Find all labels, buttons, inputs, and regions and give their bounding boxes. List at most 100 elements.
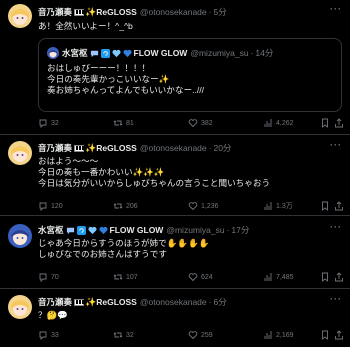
user-handle[interactable]: @mizumiya_su xyxy=(166,225,224,235)
reply-count: 120 xyxy=(51,202,63,210)
like-icon xyxy=(188,273,198,282)
avatar-kanade[interactable] xyxy=(8,295,32,319)
share-button[interactable] xyxy=(334,201,344,211)
reply-button[interactable]: 32 xyxy=(38,118,59,128)
tweet-text-line: おはよう～～～ xyxy=(38,156,99,166)
retweet-button[interactable]: 107 xyxy=(113,272,138,282)
retweet-button[interactable]: 206 xyxy=(113,201,138,211)
share-icon xyxy=(335,201,343,211)
tweet-1[interactable]: 音乃瀬奏 ✨ ReGLOSS @otonosekanade · 5分 ··· あ！全… xyxy=(0,0,350,135)
retweet-icon xyxy=(113,274,123,280)
like-button[interactable]: 624 xyxy=(188,272,213,282)
more-options-icon[interactable]: ··· xyxy=(330,294,342,304)
share-icon xyxy=(335,272,343,282)
tweet-3[interactable]: 水宮枢 FLOW GLOW @mizumiya_su · 17分 ··· じゃあ… xyxy=(0,216,350,288)
avatar-kanade[interactable] xyxy=(8,141,32,165)
separator-dot: · xyxy=(226,225,230,235)
views-icon xyxy=(264,202,272,210)
quote-text-line: おはしゅびーーー！！！！ xyxy=(47,63,151,73)
views-button[interactable]: 1.3万 xyxy=(263,201,293,211)
action-bar: 120 206 1,236 1.3万 xyxy=(38,200,344,212)
retweet-icon xyxy=(113,203,123,209)
sparkle-icon: ✨ xyxy=(85,142,97,153)
quote-text-line: 奏お姉ちゃんってよんでもいいかなー../// xyxy=(47,85,205,95)
reply-icon xyxy=(39,202,47,211)
bookmark-icon xyxy=(322,330,328,340)
avatar-kanade[interactable] xyxy=(8,4,32,28)
user-handle[interactable]: @otonosekanade xyxy=(140,143,207,153)
views-count: 7,485 xyxy=(276,273,294,281)
tweet-header: 水宮枢 FLOW GLOW @mizumiya_su · 17分 xyxy=(38,224,249,236)
display-name[interactable]: 音乃瀬奏 ✨ ReGLOSS xyxy=(38,296,137,308)
like-button[interactable]: 1,236 xyxy=(188,201,219,211)
views-count: 2,169 xyxy=(276,331,294,339)
like-button[interactable]: 259 xyxy=(188,330,213,340)
like-icon xyxy=(188,202,198,211)
tweet-text-line: 今日は気分がいいからしゅびちゃんの言うこと聞いちゃおう xyxy=(38,178,271,188)
piano-icon xyxy=(74,298,85,306)
bookmark-button[interactable] xyxy=(320,118,330,128)
bookmark-button[interactable] xyxy=(320,330,330,340)
tweet-4[interactable]: 音乃瀬奏 ✨ ReGLOSS @otonosekanade · 6分 ··· ？🤔💬… xyxy=(0,289,350,347)
timestamp[interactable]: 6分 xyxy=(213,296,226,308)
tweet-text-line: しゅびなでのお姉さんはすうです xyxy=(38,249,167,259)
heart-icon-2 xyxy=(122,49,132,57)
more-options-icon[interactable]: ··· xyxy=(330,4,342,14)
tweet-header: 音乃瀬奏 ✨ ReGLOSS @otonosekanade · 5分 xyxy=(38,6,227,18)
like-count: 624 xyxy=(201,273,213,281)
separator-dot: · xyxy=(208,297,212,307)
views-button[interactable]: 2,169 xyxy=(263,330,294,340)
like-icon xyxy=(188,331,198,340)
avatar-sui[interactable] xyxy=(8,224,32,248)
piano-icon xyxy=(74,144,85,152)
tweet-2[interactable]: 音乃瀬奏 ✨ ReGLOSS @otonosekanade · 20分 ··· おは… xyxy=(0,135,350,215)
bookmark-icon xyxy=(322,118,328,128)
more-options-icon[interactable]: ··· xyxy=(330,140,342,150)
bookmark-button[interactable] xyxy=(320,272,330,282)
action-bar: 70 107 624 7,485 xyxy=(38,271,344,283)
display-name[interactable]: 音乃瀬奏 ✨ ReGLOSS xyxy=(38,142,137,154)
retweet-count: 107 xyxy=(126,273,138,281)
bookmark-icon xyxy=(322,201,328,211)
refresh-icon xyxy=(100,48,110,58)
tweet-header: 音乃瀬奏 ✨ ReGLOSS @otonosekanade · 6分 xyxy=(38,296,227,308)
refresh-icon xyxy=(76,225,86,235)
bookmark-button[interactable] xyxy=(320,201,330,211)
action-bar: 33 32 259 2,169 xyxy=(38,329,344,341)
views-icon xyxy=(264,273,272,281)
reply-icon xyxy=(39,273,47,282)
timestamp[interactable]: 20分 xyxy=(213,142,231,154)
timestamp[interactable]: 5分 xyxy=(213,6,226,18)
quote-tweet[interactable]: 水宮枢 FLOW GLOW @mizumiya_su · 14分 おはしゅびーー… xyxy=(38,38,342,112)
like-button[interactable]: 382 xyxy=(188,118,213,128)
user-handle[interactable]: @otonosekanade xyxy=(140,297,207,307)
tweet-text: ？🤔💬 xyxy=(38,310,68,321)
display-name[interactable]: 音乃瀬奏 ✨ ReGLOSS xyxy=(38,6,137,18)
sparkle-icon: ✨ xyxy=(85,296,97,307)
retweet-button[interactable]: 32 xyxy=(113,330,134,340)
heart-icon-2 xyxy=(98,226,108,234)
share-button[interactable] xyxy=(334,330,344,340)
reply-button[interactable]: 70 xyxy=(38,272,59,282)
share-button[interactable] xyxy=(334,272,344,282)
reply-button[interactable]: 33 xyxy=(38,330,59,340)
retweet-count: 206 xyxy=(126,202,138,210)
tweet-text: おはよう～～～ 今日の奏も一番かわいい✨✨✨ 今日は気分がいいからしゅびちゃんの… xyxy=(38,156,270,189)
timestamp[interactable]: 17分 xyxy=(231,224,249,236)
reply-button[interactable]: 120 xyxy=(38,201,63,211)
piano-icon xyxy=(74,8,85,16)
retweet-icon xyxy=(113,120,123,126)
views-count: 4,262 xyxy=(276,119,294,127)
separator-dot: · xyxy=(250,48,254,58)
user-handle[interactable]: @otonosekanade xyxy=(140,7,207,17)
speech-bubble-icon xyxy=(66,227,74,234)
more-options-icon[interactable]: ··· xyxy=(330,222,342,232)
sparkle-icon: ✨ xyxy=(85,6,97,17)
display-name[interactable]: 水宮枢 FLOW GLOW xyxy=(38,224,163,236)
reply-icon xyxy=(39,331,47,340)
views-button[interactable]: 4,262 xyxy=(263,118,294,128)
views-button[interactable]: 7,485 xyxy=(263,272,294,282)
tweet-text-line: ？🤔💬 xyxy=(38,310,68,320)
retweet-button[interactable]: 81 xyxy=(113,118,134,128)
share-button[interactable] xyxy=(334,118,344,128)
